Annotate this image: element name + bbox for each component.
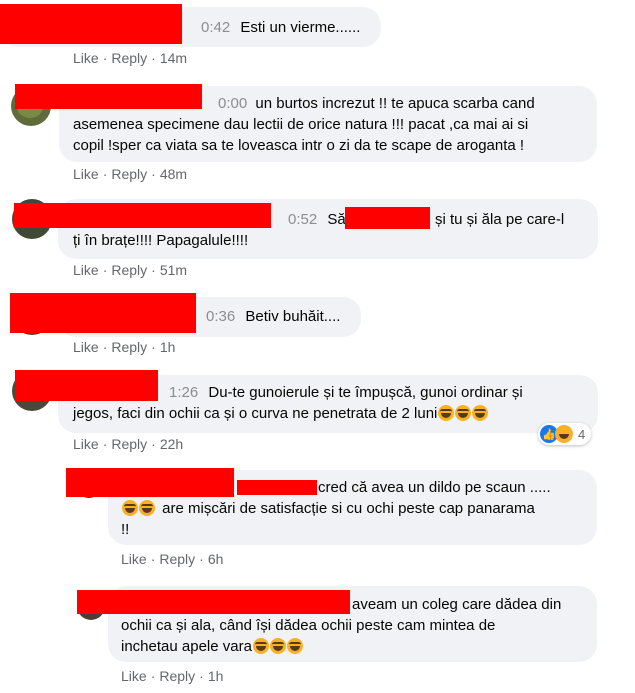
reply-line: !! (121, 521, 130, 538)
comment-actions: Like · Reply · 22h (73, 436, 183, 452)
video-timestamp[interactable]: 0:00 (218, 95, 247, 112)
reply-line: cred că avea un dildo pe scaun ..... (318, 479, 551, 496)
separator: · (150, 668, 156, 684)
reply-button[interactable]: Reply (159, 668, 195, 684)
like-button[interactable]: Like (73, 50, 99, 66)
separator: · (151, 436, 156, 452)
comment-text: 0:42 Esti un vierme...... (201, 17, 360, 39)
separator: · (199, 551, 204, 567)
reply-line: aveam un coleg care dădea din (352, 596, 562, 613)
comment-age[interactable]: 1h (160, 339, 176, 355)
separator: · (151, 339, 156, 355)
comment-actions: Like · Reply · 51m (73, 262, 187, 278)
separator: · (102, 262, 108, 278)
comment-line: ți în brațe!!!! Papagalule!!!! (73, 232, 249, 249)
like-button[interactable]: Like (73, 166, 99, 182)
separator: · (102, 50, 108, 66)
comment-text: 0:52 Să (288, 209, 346, 231)
separator: · (151, 50, 156, 66)
laughing-crying-emoji-icon (472, 405, 489, 421)
like-button[interactable]: Like (73, 262, 99, 278)
reply-line-text: are mișcări de satisfacție si cu ochi pe… (162, 500, 535, 517)
separator: · (199, 668, 204, 684)
comment-line: asemenea specimene dau lectii de orice n… (73, 116, 529, 133)
reply-line: are mișcări de satisfacție si cu ochi pe… (121, 498, 535, 520)
comment-text: 1:26 Du-te gunoierule și te împușcă, gun… (169, 382, 523, 404)
comment-line-text: jegos, faci din ochii ca și o curva ne p… (73, 405, 438, 422)
video-timestamp[interactable]: 1:26 (169, 384, 198, 401)
redacted-author-name (10, 293, 196, 333)
reply-button[interactable]: Reply (111, 436, 147, 452)
like-button[interactable]: Like (121, 551, 147, 567)
laughing-crying-emoji-icon (438, 405, 455, 421)
comment-text: 0:36 Betiv buhăit.... (206, 306, 340, 328)
video-timestamp[interactable]: 0:42 (201, 19, 230, 36)
comment-line: Du-te gunoierule și te împușcă, gunoi or… (208, 384, 523, 401)
reply-button[interactable]: Reply (159, 551, 195, 567)
redacted-author-name (15, 370, 158, 401)
separator: · (151, 166, 156, 182)
comment-age[interactable]: 22h (160, 436, 183, 452)
separator: · (102, 436, 108, 452)
comment-age[interactable]: 51m (160, 262, 187, 278)
comment-age[interactable]: 14m (160, 50, 187, 66)
reply-button[interactable]: Reply (111, 166, 147, 182)
redacted-author-name (66, 468, 234, 497)
comment-line: un burtos increzut !! te apuca scarba ca… (255, 95, 535, 112)
comment-line: Betiv buhăit.... (245, 308, 341, 325)
reactions-summary[interactable]: 👍 4 (538, 423, 592, 445)
comment-line: Esti un vierme...... (240, 19, 361, 36)
reply-actions: Like · Reply · 1h (121, 668, 223, 684)
reply-button[interactable]: Reply (111, 339, 147, 355)
redacted-word (345, 207, 430, 229)
separator: · (102, 339, 108, 355)
comment-line: jegos, faci din ochii ca și o curva ne p… (73, 403, 489, 425)
redacted-mention (237, 480, 317, 495)
reply-actions: Like · Reply · 6h (121, 551, 223, 567)
reply-age[interactable]: 6h (208, 551, 224, 567)
reply-line: ochii ca și ala, când își dădea ochii pe… (121, 617, 496, 634)
redacted-author-name (77, 590, 350, 614)
redacted-author-name (14, 203, 271, 228)
comment-line: Să (327, 211, 346, 228)
video-timestamp[interactable]: 0:52 (288, 211, 317, 228)
separator: · (102, 166, 108, 182)
reply-age[interactable]: 1h (208, 668, 224, 684)
laughing-crying-emoji-icon (122, 500, 138, 516)
comment-actions: Like · Reply · 1h (73, 339, 175, 355)
video-timestamp[interactable]: 0:36 (206, 308, 235, 325)
laughing-crying-emoji-icon (139, 500, 155, 516)
reply-line: inchetau apele vara (121, 636, 303, 658)
redacted-author-name (0, 4, 182, 44)
laughing-crying-emoji-icon (252, 638, 269, 654)
comment-age[interactable]: 48m (160, 166, 187, 182)
like-button[interactable]: Like (73, 339, 99, 355)
laughing-crying-emoji-icon (455, 405, 472, 421)
reply-button[interactable]: Reply (111, 262, 147, 278)
comment-actions: Like · Reply · 48m (73, 166, 187, 182)
comment-actions: Like · Reply · 14m (73, 50, 187, 66)
reply-line-text: inchetau apele vara (121, 638, 252, 655)
comment-line: copil !sper ca viata sa te loveasca intr… (73, 137, 525, 154)
separator: · (150, 551, 156, 567)
reply-button[interactable]: Reply (111, 50, 147, 66)
like-button[interactable]: Like (121, 668, 147, 684)
redacted-author-name (15, 84, 202, 109)
laughing-crying-emoji-icon (286, 638, 303, 654)
reaction-count: 4 (578, 426, 586, 442)
haha-reaction-icon (555, 425, 573, 443)
comment-text: 0:00 un burtos increzut !! te apuca scar… (218, 93, 535, 115)
like-button[interactable]: Like (73, 436, 99, 452)
separator: · (151, 262, 156, 278)
comment-line: și tu și ăla pe care-l (435, 211, 565, 228)
laughing-crying-emoji-icon (269, 638, 286, 654)
